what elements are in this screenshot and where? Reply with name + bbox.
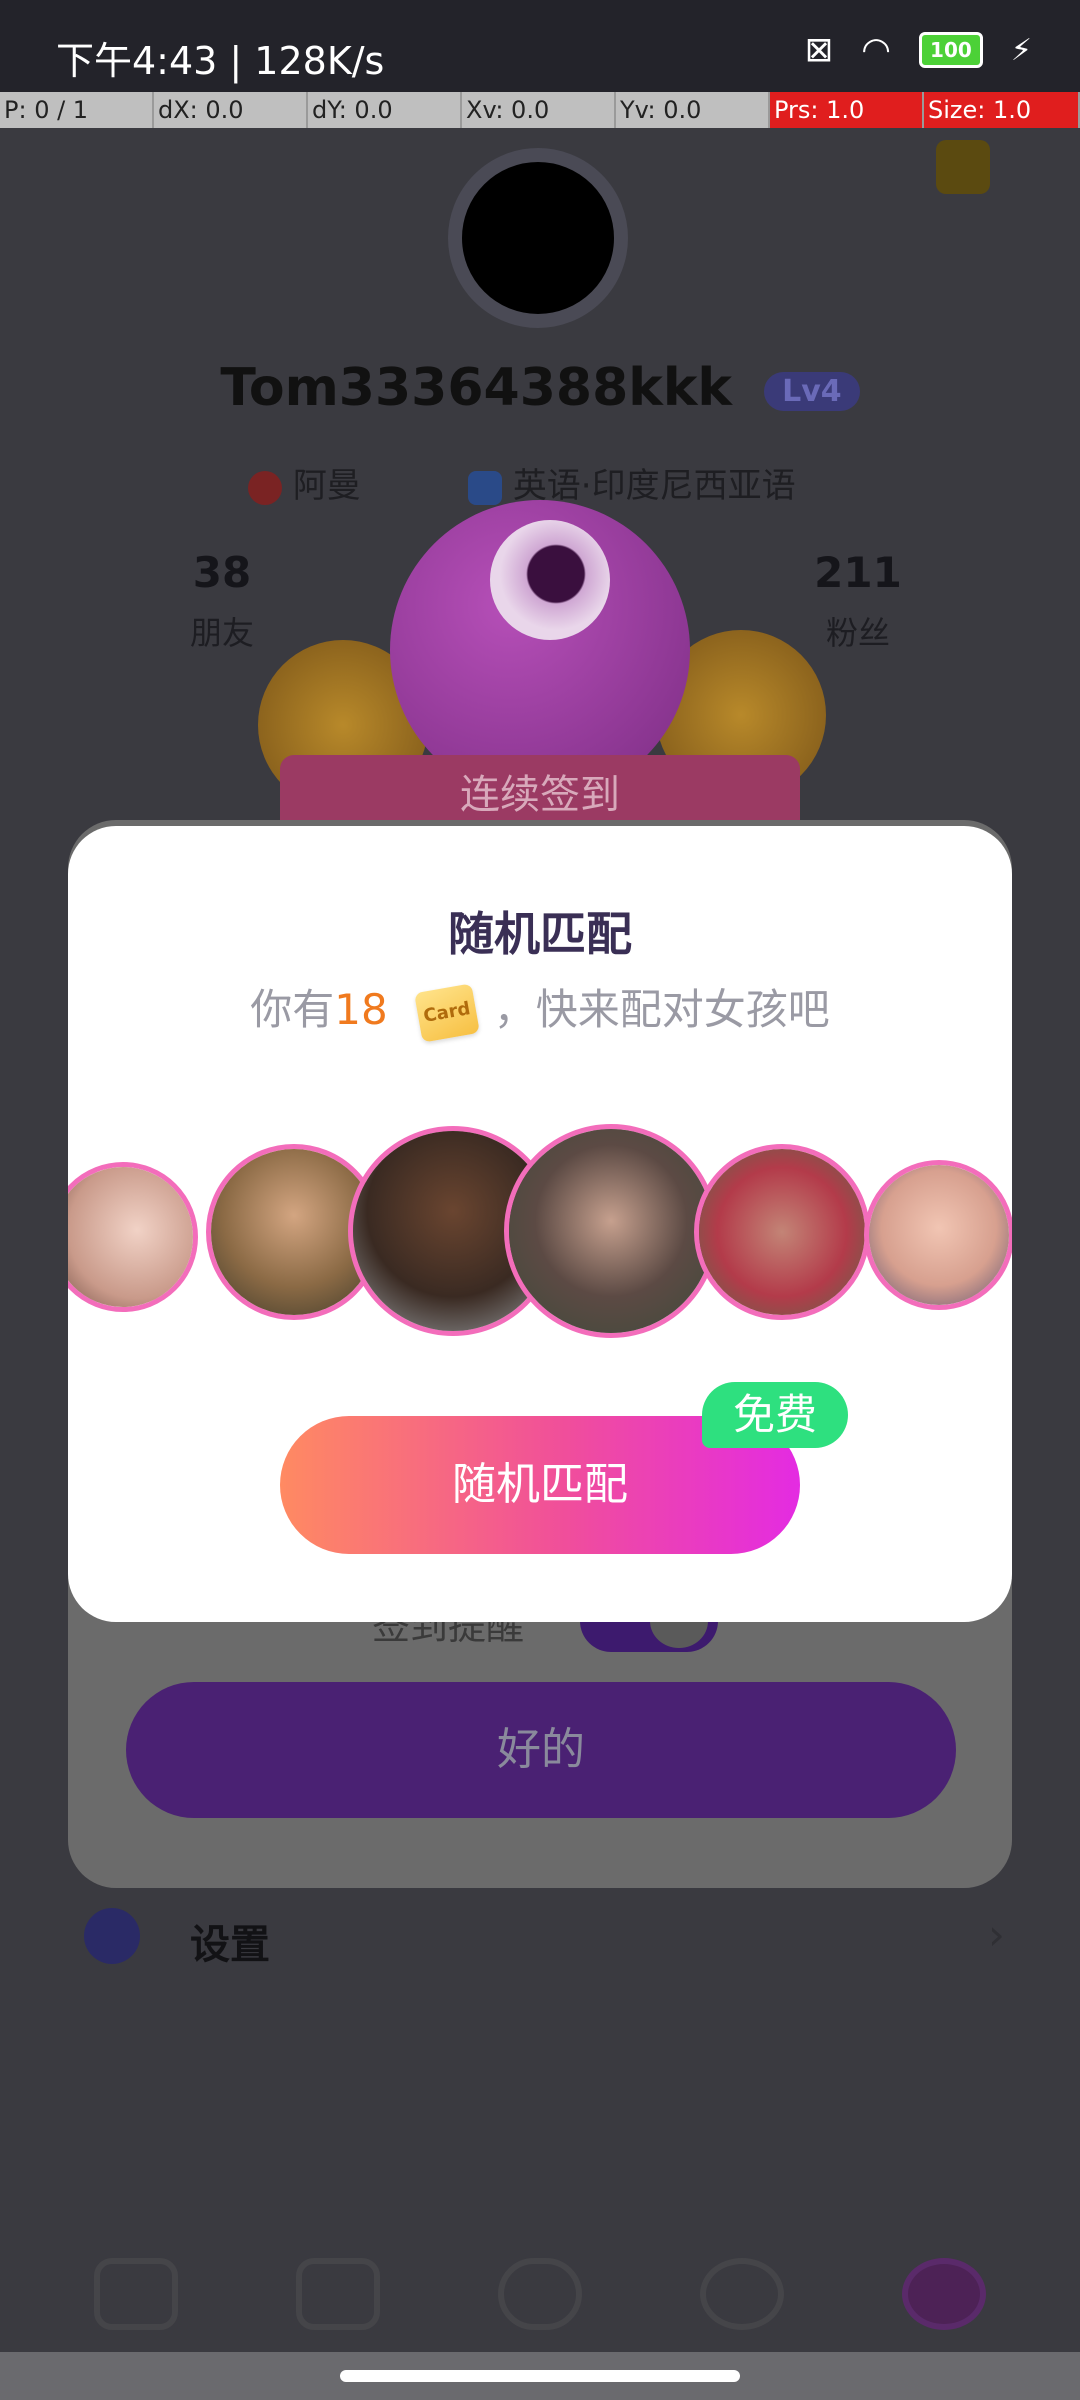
debug-dx: dX: 0.0 [154, 92, 308, 128]
edit-icon[interactable] [936, 140, 990, 194]
settings-label[interactable]: 设置 [190, 1912, 270, 1970]
profile-icon[interactable] [902, 2258, 986, 2330]
friends-count[interactable]: 38 [152, 548, 292, 597]
charging-icon: ⚡ [1010, 32, 1032, 68]
fans-label[interactable]: 粉丝 [788, 608, 928, 654]
video-call-icon[interactable] [94, 2258, 178, 2330]
girl-avatar-5 [694, 1144, 870, 1320]
friends-icon[interactable] [498, 2258, 582, 2330]
status-bar: 下午4:43 | 128K/s ⊠ ◠ 100 ⚡ [0, 0, 1080, 92]
random-match-dialog: 随机匹配 你有18 Card ，快来配对女孩吧 随机匹配 免费 [68, 826, 1012, 1622]
dialog-title: 随机匹配 [448, 907, 632, 961]
battery-icon: 100 [918, 32, 983, 68]
free-badge: 免费 [702, 1382, 848, 1448]
flag-icon [248, 470, 282, 505]
fans-count[interactable]: 211 [788, 548, 928, 597]
country: 阿曼 [292, 466, 361, 506]
dialog-subtitle: 你有18 Card ，快来配对女孩吧 [68, 976, 1012, 1043]
username: Tom33364388kkk [220, 358, 732, 418]
debug-pointer: P: 0 / 1 [0, 92, 154, 128]
language-icon [468, 470, 502, 505]
subtitle-suffix: ，快来配对女孩吧 [493, 985, 830, 1034]
friends-label[interactable]: 朋友 [152, 608, 292, 654]
chevron-right-icon: › [988, 1910, 1005, 1959]
status-icons: ⊠ ◠ 100 ⚡ [805, 30, 1032, 70]
status-time: 下午4:43 | 128K/s [56, 39, 385, 83]
sim-off-icon: ⊠ [804, 30, 834, 70]
subtitle-prefix: 你有 [250, 985, 335, 1034]
pointer-debug-bar: P: 0 / 1 dX: 0.0 dY: 0.0 Xv: 0.0 Yv: 0.0… [0, 92, 1080, 128]
ok-button[interactable]: 好的 [126, 1682, 956, 1818]
mascot-eye-icon [490, 520, 610, 640]
home-indicator[interactable] [340, 2370, 740, 2382]
card-icon: Card [413, 982, 480, 1043]
card-count: 18 [334, 985, 388, 1034]
girl-avatar-1 [68, 1162, 198, 1312]
girl-avatar-4 [504, 1124, 718, 1338]
girl-avatar-6 [864, 1160, 1012, 1310]
debug-dy: dY: 0.0 [308, 92, 462, 128]
avatar[interactable] [448, 148, 628, 328]
planet-icon[interactable] [700, 2258, 784, 2330]
wifi-icon: ◠ [861, 30, 891, 70]
debug-xv: Xv: 0.0 [462, 92, 616, 128]
debug-pressure: Prs: 1.0 [770, 92, 924, 128]
level-badge: Lv4 [764, 371, 860, 411]
debug-size: Size: 1.0 [924, 92, 1080, 128]
settings-icon [84, 1908, 140, 1964]
tv-icon[interactable] [296, 2258, 380, 2330]
debug-yv: Yv: 0.0 [616, 92, 770, 128]
